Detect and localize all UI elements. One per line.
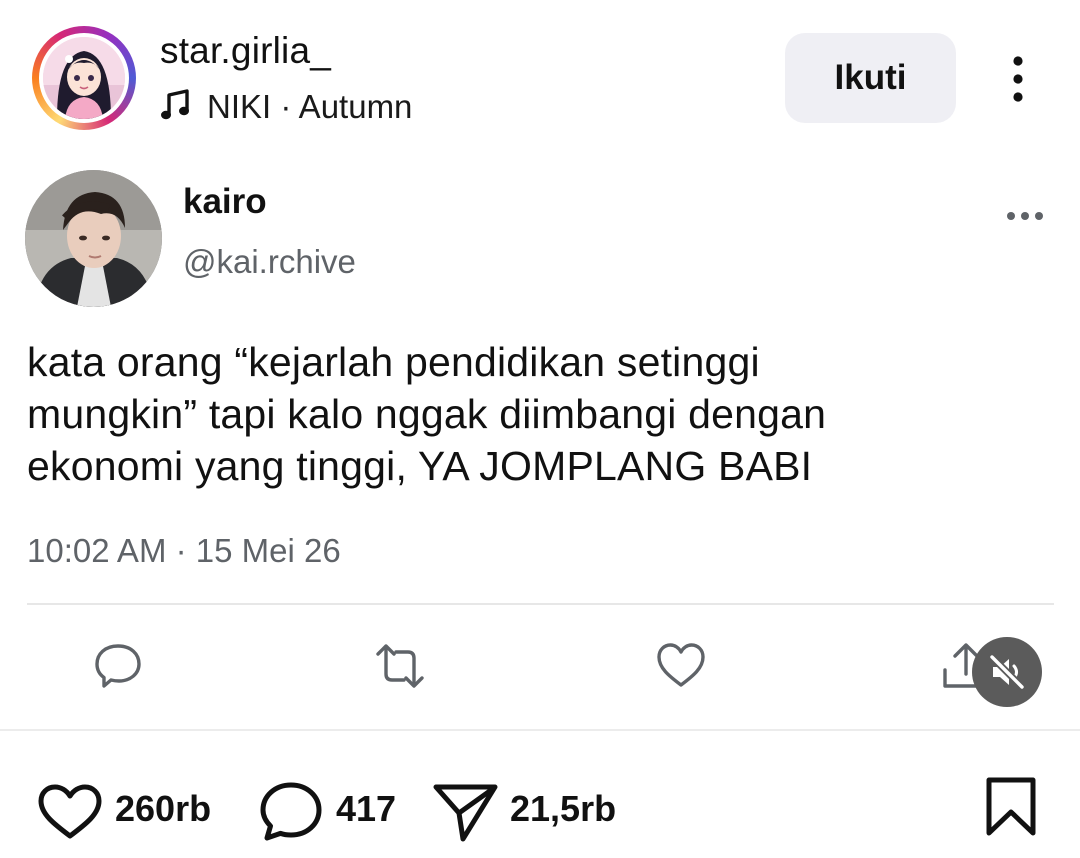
speaker-muted-icon bbox=[988, 653, 1026, 691]
music-note-icon bbox=[161, 89, 189, 120]
mute-button[interactable] bbox=[972, 637, 1042, 707]
share-count[interactable]: 21,5rb bbox=[510, 788, 616, 830]
author-photo bbox=[25, 170, 162, 307]
tweet-text: kata orang “kejarlah pendidikan setinggi… bbox=[27, 339, 827, 489]
like-button[interactable] bbox=[37, 783, 103, 841]
follow-button[interactable]: Ikuti bbox=[785, 33, 956, 123]
more-vertical-icon[interactable] bbox=[1006, 54, 1030, 104]
like-count[interactable]: 260rb bbox=[115, 788, 211, 830]
bookmark-icon[interactable] bbox=[984, 776, 1038, 838]
send-button[interactable] bbox=[432, 780, 500, 844]
retweet-icon bbox=[376, 644, 424, 688]
tweet-author-handle: @kai.rchive bbox=[183, 243, 356, 280]
tweet-timestamp: 10:02 AM · 15 Mei 26 bbox=[27, 532, 341, 569]
content-divider bbox=[0, 729, 1080, 731]
heart-icon bbox=[657, 643, 705, 687]
avatar[interactable] bbox=[43, 37, 125, 119]
avatar-illustration bbox=[43, 37, 125, 119]
tweet-author-avatar bbox=[25, 170, 162, 307]
tweet-author-name: kairo bbox=[183, 182, 267, 221]
more-horizontal-icon bbox=[1007, 212, 1043, 220]
music-track-label[interactable]: NIKI · Autumn bbox=[207, 88, 412, 126]
reply-icon bbox=[95, 644, 141, 688]
comment-count[interactable]: 417 bbox=[336, 788, 396, 830]
tweet-divider bbox=[27, 603, 1054, 605]
post-username[interactable]: star.girlia_ bbox=[160, 30, 331, 72]
comment-button[interactable] bbox=[258, 780, 324, 844]
